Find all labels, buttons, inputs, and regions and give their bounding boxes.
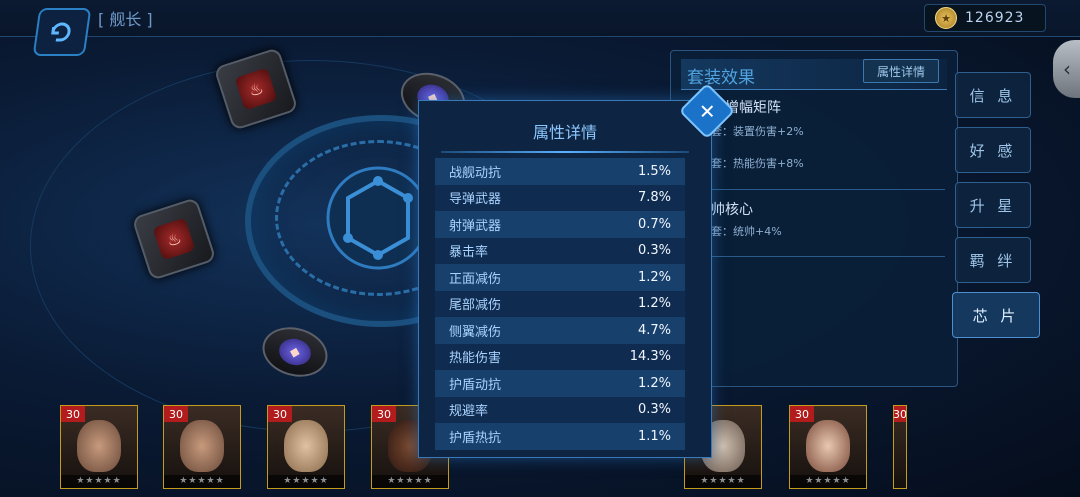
flame-chip-icon: ♨ <box>234 67 278 111</box>
attribute-value: 7.8% <box>637 190 671 206</box>
coin-count: 126923 <box>965 10 1025 26</box>
attribute-row: 侧翼减伤 4.7% <box>435 317 685 344</box>
chevron-left-icon: ‹ <box>1063 57 1071 81</box>
level-badge: 30 <box>790 406 814 422</box>
attribute-row: 护盾热抗 1.1% <box>435 423 685 450</box>
tab-bond[interactable]: 羁 绊 <box>955 237 1031 283</box>
attribute-row: 导弹武器 7.8% <box>435 184 685 211</box>
attribute-value: 0.3% <box>637 402 671 418</box>
attribute-name: 侧翼减伤 <box>449 324 502 340</box>
avatar <box>806 420 850 472</box>
attribute-name: 尾部减伤 <box>449 298 502 314</box>
level-badge: 30 <box>61 406 85 422</box>
attribute-value: 1.2% <box>637 296 671 312</box>
attribute-row: 暴击率 0.3% <box>435 237 685 264</box>
attribute-name: 导弹武器 <box>449 192 502 208</box>
flame-chip-icon: ♨ <box>152 217 196 261</box>
attribute-row: 正面减伤 1.2% <box>435 264 685 291</box>
attribute-value: 14.3% <box>629 349 671 365</box>
back-arrow-icon <box>51 22 71 42</box>
captain-portrait[interactable]: 30 ★★★★★ <box>163 405 241 489</box>
level-badge: 30 <box>372 406 396 422</box>
suit-set-name: 帅核心 <box>711 202 753 218</box>
star-rating: ★★★★★ <box>685 475 761 488</box>
attribute-row: 战舰动抗 1.5% <box>435 158 685 185</box>
dialog-title: 属性详情 <box>532 123 597 142</box>
attribute-list: 战舰动抗 1.5% 导弹武器 7.8% 射弹武器 0.7% 暴击率 0.3% 正面减伤 1… <box>435 158 685 450</box>
attribute-value: 1.2% <box>637 375 671 391</box>
close-icon: ✕ <box>698 98 716 123</box>
back-button[interactable] <box>32 8 92 56</box>
attribute-value: 4.7% <box>637 322 671 338</box>
avatar <box>180 420 224 472</box>
tab-affection[interactable]: 好 感 <box>955 127 1031 173</box>
level-badge: 30 <box>893 406 907 422</box>
tab-chip[interactable]: 芯 片 <box>952 292 1040 338</box>
attribute-name: 射弹武器 <box>449 218 502 234</box>
star-rating: ★★★★★ <box>61 475 137 488</box>
top-bar <box>0 0 1080 37</box>
star-rating: ★★★★★ <box>164 475 240 488</box>
attribute-row: 护盾动抗 1.2% <box>435 370 685 397</box>
tab-info[interactable]: 信 息 <box>955 72 1031 118</box>
level-badge: 30 <box>164 406 188 422</box>
suit-set-effect: 套：装置伤害+2% <box>711 125 804 138</box>
suit-title: 套装效果 <box>687 68 755 88</box>
level-badge: 30 <box>268 406 292 422</box>
suit-set-name: 增幅矩阵 <box>725 100 781 116</box>
attribute-value: 1.5% <box>637 163 671 179</box>
collapse-panel-button[interactable]: ‹ <box>1053 40 1080 98</box>
attribute-detail-dialog: 属性详情 ✕ 战舰动抗 1.5% 导弹武器 7.8% 射弹武器 0.7% 暴击率 0.3… <box>418 82 736 458</box>
attribute-name: 正面减伤 <box>449 271 502 287</box>
captain-portrait[interactable]: 30 ★★★★★ <box>267 405 345 489</box>
page-title: [ 舰长 ] <box>98 10 153 29</box>
suit-set-effect: 套：热能伤害+8% <box>711 157 804 170</box>
divider <box>681 256 945 257</box>
attribute-value: 0.7% <box>637 216 671 232</box>
attribute-row: 热能伤害 14.3% <box>435 343 685 370</box>
captain-portrait[interactable]: 30 ★★★★★ <box>60 405 138 489</box>
star-rating: ★★★★★ <box>268 475 344 488</box>
avatar <box>284 420 328 472</box>
divider <box>681 189 945 190</box>
attribute-name: 热能伤害 <box>449 351 502 367</box>
attribute-value: 1.2% <box>637 269 671 285</box>
attribute-name: 战舰动抗 <box>449 165 502 181</box>
captain-portrait[interactable]: 30 ★★★★★ <box>789 405 867 489</box>
coin-icon: ★ <box>935 7 957 29</box>
attribute-detail-button[interactable]: 属性详情 <box>863 59 939 83</box>
shield-chip-icon: ◆ <box>276 335 314 369</box>
attribute-name: 护盾动抗 <box>449 377 502 393</box>
suit-set-effect: 套：统帅+4% <box>711 225 782 238</box>
attribute-name: 暴击率 <box>449 245 489 261</box>
attribute-value: 0.3% <box>637 243 671 259</box>
captain-portrait[interactable]: 30 <box>893 405 907 489</box>
attribute-row: 规避率 0.3% <box>435 396 685 423</box>
attribute-name: 护盾热抗 <box>449 430 502 446</box>
currency-display: ★ 126923 <box>924 4 1046 32</box>
avatar <box>77 420 121 472</box>
star-rating: ★★★★★ <box>790 475 866 488</box>
divider <box>441 151 689 153</box>
attribute-value: 1.1% <box>637 428 671 444</box>
tab-star-up[interactable]: 升 星 <box>955 182 1031 228</box>
star-rating: ★★★★★ <box>372 475 448 488</box>
attribute-row: 尾部减伤 1.2% <box>435 290 685 317</box>
attribute-row: 射弹武器 0.7% <box>435 211 685 238</box>
attribute-name: 规避率 <box>449 404 489 420</box>
